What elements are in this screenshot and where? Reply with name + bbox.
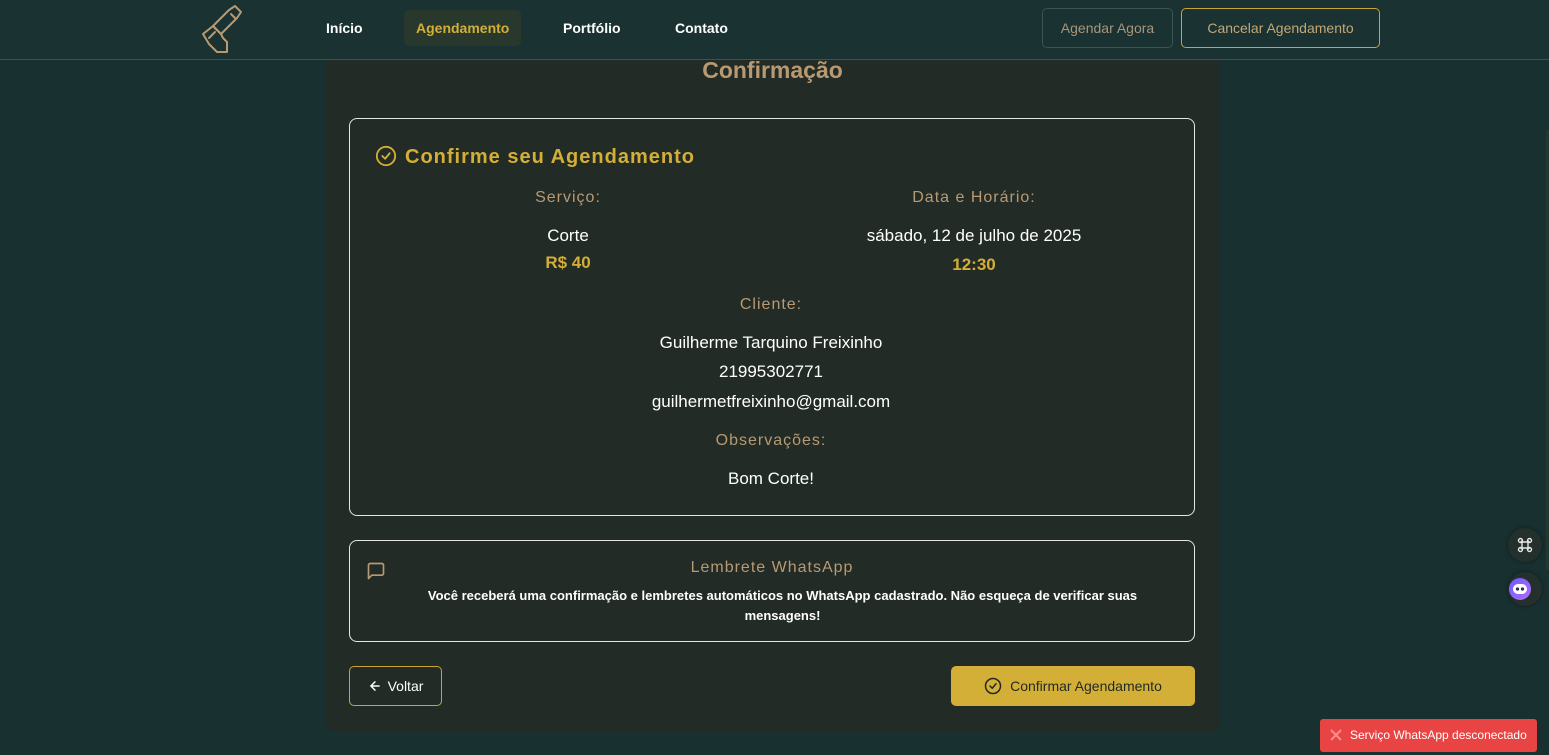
appointment-time: 12:30 xyxy=(952,255,996,274)
back-button-label: Voltar xyxy=(387,678,424,694)
command-widget-button[interactable] xyxy=(1508,528,1542,562)
nav-agendamento[interactable]: Agendamento xyxy=(404,10,522,46)
confirmation-card xyxy=(349,118,1195,516)
top-navbar: Início Agendamento Portfólio Contato Age… xyxy=(0,0,1549,60)
client-label: Cliente: xyxy=(739,296,803,313)
step-title: Confirmação xyxy=(702,57,843,83)
toast-text: Serviço WhatsApp desconectado xyxy=(1350,728,1527,742)
agendar-agora-button[interactable]: Agendar Agora xyxy=(1042,8,1173,48)
back-button[interactable]: Voltar xyxy=(349,666,442,706)
appointment-date: sábado, 12 de julho de 2025 xyxy=(866,226,1082,245)
service-label: Serviço: xyxy=(535,189,601,206)
whatsapp-reminder-text: Você receberá uma confirmação e lembrete… xyxy=(427,588,1138,623)
logo-icon[interactable] xyxy=(199,4,247,54)
datetime-label: Data e Horário: xyxy=(912,189,1036,206)
whatsapp-status-toast: Serviço WhatsApp desconectado xyxy=(1320,719,1537,752)
confirmation-heading-text: Confirme seu Agendamento xyxy=(405,146,695,168)
cancelar-agendamento-button[interactable]: Cancelar Agendamento xyxy=(1181,8,1380,48)
confirm-booking-button[interactable]: Confirmar Agendamento xyxy=(951,666,1195,706)
bot-face-icon xyxy=(1509,578,1531,600)
assistant-widget-button[interactable] xyxy=(1508,572,1542,606)
nav-contato[interactable]: Contato xyxy=(663,10,740,46)
nav-portfolio[interactable]: Portfólio xyxy=(551,10,633,46)
whatsapp-reminder-title: Lembrete WhatsApp xyxy=(690,559,854,576)
close-x-icon xyxy=(1330,729,1342,741)
service-price: R$ 40 xyxy=(545,253,591,272)
client-name: Guilherme Tarquino Freixinho xyxy=(659,333,883,352)
notes-value: Bom Corte! xyxy=(728,469,814,488)
arrow-left-icon xyxy=(369,681,380,692)
client-email: guilhermetfreixinho@gmail.com xyxy=(651,392,891,411)
confirm-button-label: Confirmar Agendamento xyxy=(1010,678,1162,694)
check-circle-icon xyxy=(984,677,1002,695)
command-icon xyxy=(1517,537,1533,553)
client-phone: 21995302771 xyxy=(718,362,823,381)
service-name: Corte xyxy=(547,226,589,245)
nav-inicio[interactable]: Início xyxy=(314,10,375,46)
confirmation-heading: Confirme seu Agendamento xyxy=(375,145,695,169)
notes-label: Observações: xyxy=(715,432,827,449)
check-circle-icon xyxy=(375,145,397,167)
